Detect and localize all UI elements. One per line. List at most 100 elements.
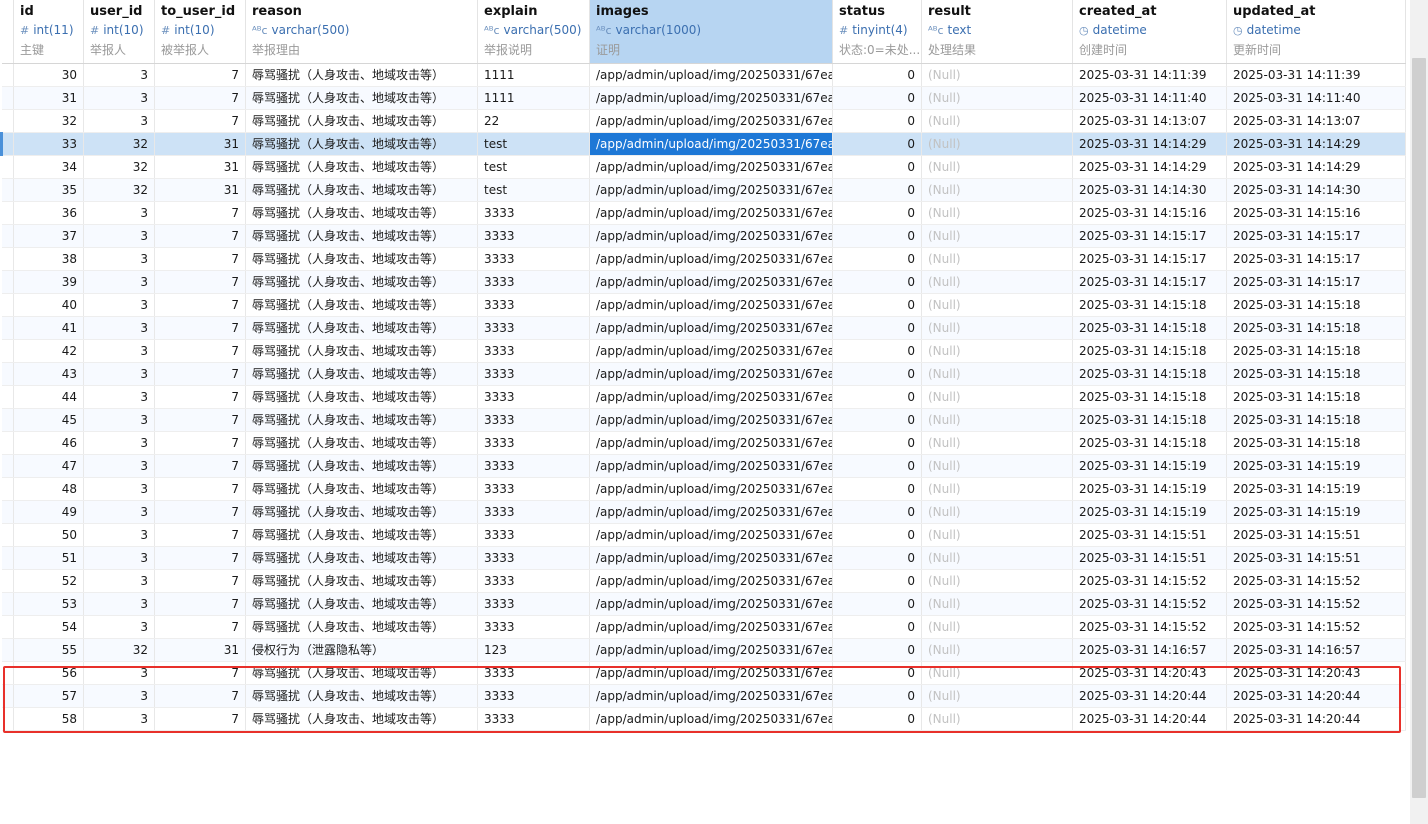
cell-images[interactable]: /app/admin/upload/img/20250331/67ea <box>589 546 833 570</box>
table-row[interactable]: 35 32 31 辱骂骚扰（人身攻击、地域攻击等） test/app/admin/upl… <box>1 178 1406 202</box>
cell-id[interactable]: 55 <box>13 638 84 662</box>
cell-updated-at[interactable]: 2025-03-31 14:15:19 <box>1226 454 1406 478</box>
cell-status[interactable]: 0 <box>832 661 922 685</box>
cell-status[interactable]: 0 <box>832 569 922 593</box>
table-row[interactable]: 46 3 7 辱骂骚扰（人身攻击、地域攻击等） 3333/app/admin/uploa… <box>1 431 1406 455</box>
cell-images[interactable]: /app/admin/upload/img/20250331/67ea <box>589 63 833 87</box>
column-header-result[interactable]: result ᴬᴮc text 处理结果 <box>921 0 1073 64</box>
cell-user-id[interactable]: 3 <box>83 707 155 731</box>
cell-created-at[interactable]: 2025-03-31 14:15:18 <box>1072 408 1227 432</box>
cell-explain[interactable]: 3333 <box>477 569 590 593</box>
cell-created-at[interactable]: 2025-03-31 14:20:44 <box>1072 707 1227 731</box>
cell-explain[interactable]: 3333 <box>477 362 590 386</box>
cell-user-id[interactable]: 3 <box>83 247 155 271</box>
cell-images[interactable]: /app/admin/upload/img/20250331/67ea <box>589 224 833 248</box>
cell-status[interactable]: 0 <box>832 247 922 271</box>
cell-explain[interactable]: 3333 <box>477 523 590 547</box>
cell-result[interactable]: (Null) <box>921 431 1073 455</box>
cell-created-at[interactable]: 2025-03-31 14:15:16 <box>1072 201 1227 225</box>
cell-user-id[interactable]: 3 <box>83 523 155 547</box>
cell-explain[interactable]: 3333 <box>477 707 590 731</box>
cell-status[interactable]: 0 <box>832 293 922 317</box>
cell-user-id[interactable]: 3 <box>83 546 155 570</box>
cell-images[interactable]: /app/admin/upload/img/20250331/67ea <box>589 569 833 593</box>
row-header[interactable] <box>1 638 14 662</box>
cell-result[interactable]: (Null) <box>921 477 1073 501</box>
cell-to-user-id[interactable]: 7 <box>154 224 246 248</box>
cell-explain[interactable]: 3333 <box>477 201 590 225</box>
cell-user-id[interactable]: 3 <box>83 293 155 317</box>
cell-result[interactable]: (Null) <box>921 546 1073 570</box>
cell-to-user-id[interactable]: 7 <box>154 431 246 455</box>
cell-images[interactable]: /app/admin/upload/img/20250331/67ea <box>589 615 833 639</box>
cell-updated-at[interactable]: 2025-03-31 14:15:18 <box>1226 385 1406 409</box>
cell-explain[interactable]: 3333 <box>477 592 590 616</box>
cell-status[interactable]: 0 <box>832 109 922 133</box>
cell-result[interactable]: (Null) <box>921 362 1073 386</box>
cell-status[interactable]: 0 <box>832 431 922 455</box>
row-header[interactable] <box>1 592 14 616</box>
row-header[interactable] <box>1 684 14 708</box>
cell-to-user-id[interactable]: 7 <box>154 500 246 524</box>
cell-id[interactable]: 39 <box>13 270 84 294</box>
cell-explain[interactable]: 1111 <box>477 86 590 110</box>
cell-id[interactable]: 49 <box>13 500 84 524</box>
cell-to-user-id[interactable]: 7 <box>154 546 246 570</box>
table-row[interactable]: 34 32 31 辱骂骚扰（人身攻击、地域攻击等） test/app/admin/upl… <box>1 155 1406 179</box>
row-header[interactable] <box>1 201 14 225</box>
row-header[interactable] <box>1 454 14 478</box>
cell-result[interactable]: (Null) <box>921 201 1073 225</box>
cell-explain[interactable]: 1111 <box>477 63 590 87</box>
cell-images[interactable]: /app/admin/upload/img/20250331/67ea <box>589 155 833 179</box>
cell-reason[interactable]: 辱骂骚扰（人身攻击、地域攻击等） <box>245 201 478 225</box>
cell-created-at[interactable]: 2025-03-31 14:13:07 <box>1072 109 1227 133</box>
column-header-to-user-id[interactable]: to_user_id # int(10) 被举报人 <box>154 0 246 64</box>
row-header[interactable] <box>1 661 14 685</box>
cell-created-at[interactable]: 2025-03-31 14:15:17 <box>1072 224 1227 248</box>
cell-created-at[interactable]: 2025-03-31 14:15:17 <box>1072 247 1227 271</box>
cell-user-id[interactable]: 3 <box>83 362 155 386</box>
cell-to-user-id[interactable]: 31 <box>154 155 246 179</box>
cell-images[interactable]: /app/admin/upload/img/20250331/67ea <box>589 293 833 317</box>
cell-result[interactable]: (Null) <box>921 132 1073 156</box>
cell-to-user-id[interactable]: 7 <box>154 293 246 317</box>
cell-updated-at[interactable]: 2025-03-31 14:15:51 <box>1226 523 1406 547</box>
cell-id[interactable]: 44 <box>13 385 84 409</box>
cell-explain[interactable]: 3333 <box>477 316 590 340</box>
cell-created-at[interactable]: 2025-03-31 14:15:18 <box>1072 431 1227 455</box>
cell-reason[interactable]: 辱骂骚扰（人身攻击、地域攻击等） <box>245 63 478 87</box>
cell-id[interactable]: 56 <box>13 661 84 685</box>
table-row[interactable]: 51 3 7 辱骂骚扰（人身攻击、地域攻击等） 3333/app/admin/uploa… <box>1 546 1406 570</box>
column-header-updated-at[interactable]: updated_at ◷ datetime 更新时间 <box>1226 0 1406 64</box>
cell-reason[interactable]: 辱骂骚扰（人身攻击、地域攻击等） <box>245 615 478 639</box>
cell-to-user-id[interactable]: 31 <box>154 638 246 662</box>
cell-created-at[interactable]: 2025-03-31 14:15:19 <box>1072 454 1227 478</box>
column-header-status[interactable]: status # tinyint(4) 状态:0=未处... <box>832 0 922 64</box>
cell-result[interactable]: (Null) <box>921 707 1073 731</box>
cell-to-user-id[interactable]: 31 <box>154 132 246 156</box>
cell-created-at[interactable]: 2025-03-31 14:14:30 <box>1072 178 1227 202</box>
cell-images[interactable]: /app/admin/upload/img/20250331/67ea <box>589 201 833 225</box>
cell-created-at[interactable]: 2025-03-31 14:15:18 <box>1072 385 1227 409</box>
cell-created-at[interactable]: 2025-03-31 14:15:51 <box>1072 546 1227 570</box>
cell-updated-at[interactable]: 2025-03-31 14:20:44 <box>1226 707 1406 731</box>
cell-id[interactable]: 53 <box>13 592 84 616</box>
row-header[interactable] <box>1 615 14 639</box>
cell-created-at[interactable]: 2025-03-31 14:15:19 <box>1072 500 1227 524</box>
cell-id[interactable]: 45 <box>13 408 84 432</box>
cell-reason[interactable]: 辱骂骚扰（人身攻击、地域攻击等） <box>245 500 478 524</box>
cell-to-user-id[interactable]: 7 <box>154 247 246 271</box>
cell-id[interactable]: 48 <box>13 477 84 501</box>
cell-user-id[interactable]: 3 <box>83 408 155 432</box>
cell-updated-at[interactable]: 2025-03-31 14:20:43 <box>1226 661 1406 685</box>
table-row[interactable]: 58 3 7 辱骂骚扰（人身攻击、地域攻击等） 3333/app/admin/uploa… <box>1 707 1406 731</box>
cell-user-id[interactable]: 3 <box>83 270 155 294</box>
cell-reason[interactable]: 辱骂骚扰（人身攻击、地域攻击等） <box>245 155 478 179</box>
table-row[interactable]: 44 3 7 辱骂骚扰（人身攻击、地域攻击等） 3333/app/admin/uploa… <box>1 385 1406 409</box>
cell-user-id[interactable]: 3 <box>83 339 155 363</box>
cell-reason[interactable]: 辱骂骚扰（人身攻击、地域攻击等） <box>245 523 478 547</box>
cell-updated-at[interactable]: 2025-03-31 14:15:18 <box>1226 362 1406 386</box>
cell-images[interactable]: /app/admin/upload/img/20250331/67ea <box>589 638 833 662</box>
cell-reason[interactable]: 辱骂骚扰（人身攻击、地域攻击等） <box>245 224 478 248</box>
row-header[interactable] <box>1 707 14 731</box>
